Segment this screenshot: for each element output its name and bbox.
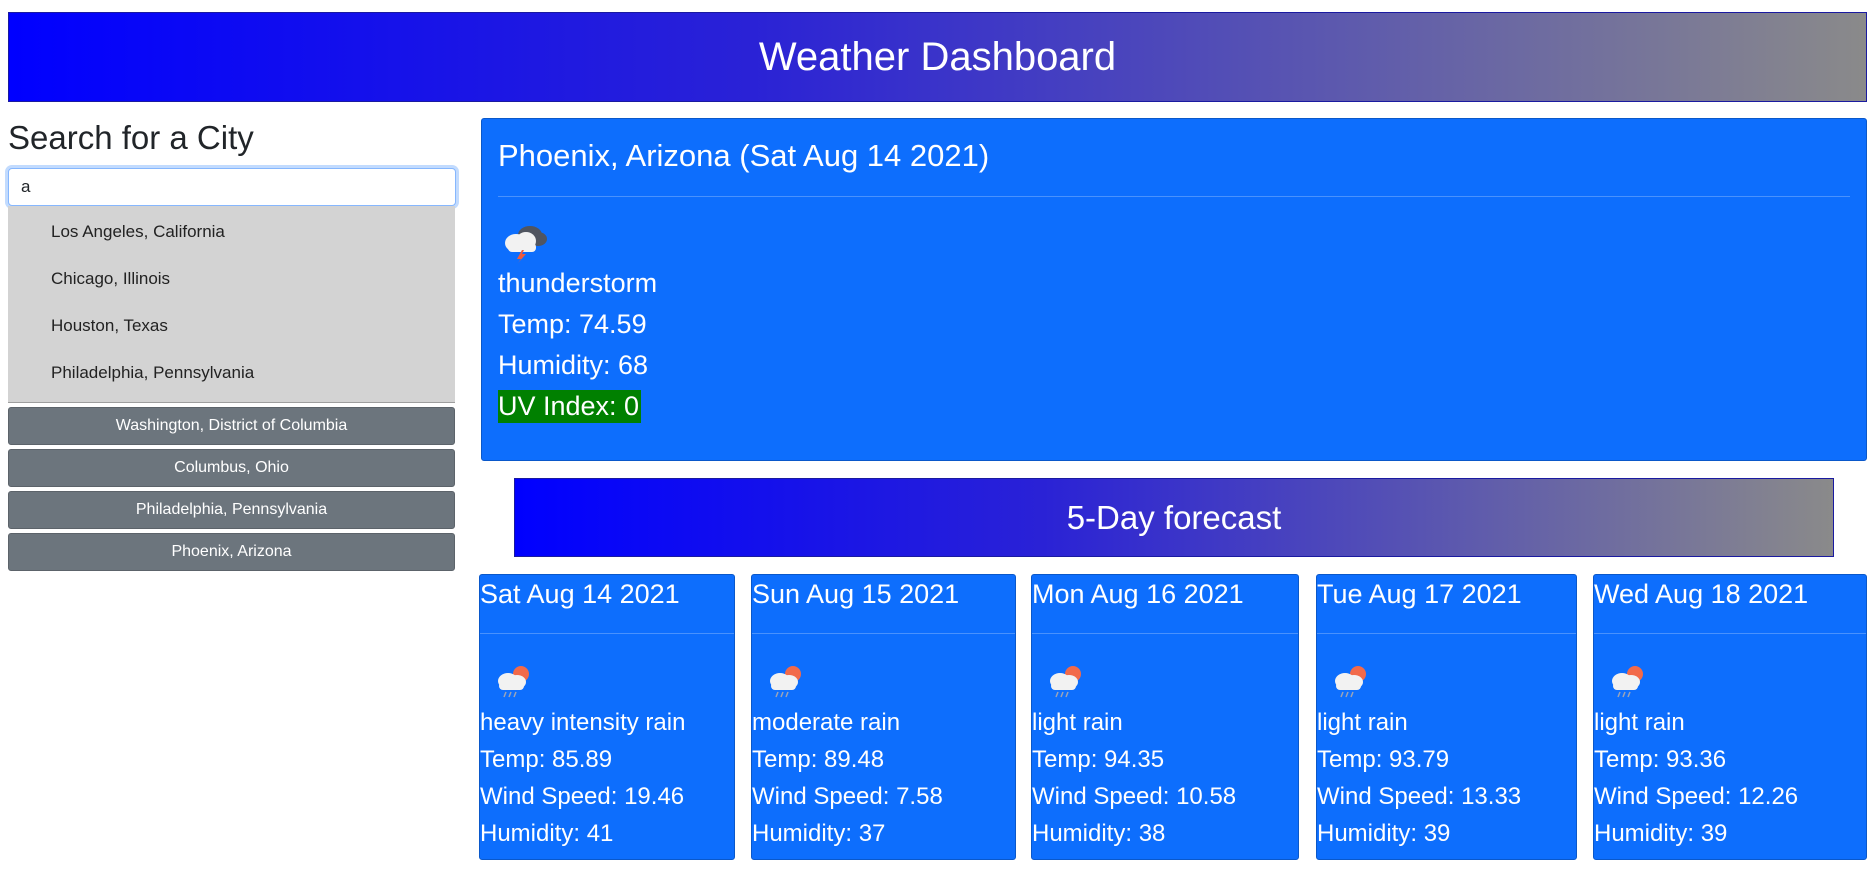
rain-icon (1331, 662, 1371, 698)
forecast-title: 5-Day forecast (1066, 498, 1282, 536)
autocomplete-item[interactable]: Chicago, Illinois (8, 255, 455, 302)
city-search-input[interactable] (8, 168, 456, 206)
forecast-temp: Temp: 89.48 (752, 746, 885, 773)
uv-index-row: UV Index: 0 (498, 386, 1850, 427)
search-sidebar: Search for a City Los Angeles, Californi… (8, 118, 456, 575)
forecast-card: Mon Aug 16 2021 light rain Temp: 94.35 W… (1031, 574, 1299, 860)
current-description: thunderstorm (498, 268, 658, 298)
forecast-wind: Wind Speed: 13.33 (1317, 783, 1522, 810)
forecast-humidity: Humidity: 37 (752, 820, 886, 847)
forecast-description: moderate rain (752, 709, 901, 736)
page-title: Weather Dashboard (758, 34, 1117, 79)
rain-icon (1608, 662, 1648, 698)
forecast-header: 5-Day forecast (514, 478, 1834, 557)
forecast-wind: Wind Speed: 12.26 (1594, 783, 1799, 810)
autocomplete-item[interactable]: Houston, Texas (8, 302, 455, 349)
search-title: Search for a City (8, 119, 254, 156)
forecast-description: light rain (1032, 709, 1123, 736)
rain-icon (766, 662, 806, 698)
forecast-humidity: Humidity: 39 (1594, 820, 1728, 847)
forecast-wind: Wind Speed: 7.58 (752, 783, 943, 810)
forecast-wind: Wind Speed: 10.58 (1032, 783, 1237, 810)
uv-index-badge: UV Index: 0 (498, 390, 642, 423)
rain-icon (1046, 662, 1086, 698)
history-button[interactable]: Columbus, Ohio (8, 449, 455, 487)
autocomplete-item[interactable]: Los Angeles, California (8, 208, 455, 255)
forecast-date: Tue Aug 17 2021 (1317, 575, 1576, 634)
current-temp: Temp: 74.59 (498, 309, 647, 339)
forecast-humidity: Humidity: 38 (1032, 820, 1166, 847)
forecast-humidity: Humidity: 39 (1317, 820, 1451, 847)
history-button[interactable]: Washington, District of Columbia (8, 407, 455, 445)
forecast-temp: Temp: 93.36 (1594, 746, 1727, 773)
current-city-title: Phoenix, Arizona (Sat Aug 14 2021) (498, 119, 1850, 197)
forecast-wind: Wind Speed: 19.46 (480, 783, 685, 810)
history-button[interactable]: Philadelphia, Pennsylvania (8, 491, 455, 529)
history-button[interactable]: Phoenix, Arizona (8, 533, 455, 571)
forecast-temp: Temp: 94.35 (1032, 746, 1165, 773)
autocomplete-list: Los Angeles, California Chicago, Illinoi… (8, 206, 455, 403)
search-history: Washington, District of Columbia Columbu… (8, 407, 456, 571)
forecast-card: Tue Aug 17 2021 light rain Temp: 93.79 W… (1316, 574, 1577, 860)
dashboard-header: Weather Dashboard (8, 12, 1867, 102)
autocomplete-item[interactable]: Philadelphia, Pennsylvania (8, 349, 455, 396)
current-humidity: Humidity: 68 (498, 350, 649, 380)
current-weather-card: Phoenix, Arizona (Sat Aug 14 2021) thund… (481, 118, 1867, 461)
forecast-description: heavy intensity rain (480, 709, 686, 736)
forecast-date: Wed Aug 18 2021 (1594, 575, 1866, 634)
forecast-card: Sat Aug 14 2021 heavy intensity rain Tem… (479, 574, 735, 860)
forecast-date: Mon Aug 16 2021 (1032, 575, 1298, 634)
forecast-temp: Temp: 85.89 (480, 746, 613, 773)
forecast-date: Sat Aug 14 2021 (480, 575, 734, 634)
forecast-card: Sun Aug 15 2021 moderate rain Temp: 89.4… (751, 574, 1016, 860)
forecast-description: light rain (1594, 709, 1685, 736)
forecast-date: Sun Aug 15 2021 (752, 575, 1015, 634)
forecast-description: light rain (1317, 709, 1408, 736)
forecast-temp: Temp: 93.79 (1317, 746, 1450, 773)
thunderstorm-icon (498, 219, 550, 263)
rain-icon (494, 662, 534, 698)
forecast-humidity: Humidity: 41 (480, 820, 614, 847)
forecast-card: Wed Aug 18 2021 light rain Temp: 93.36 W… (1593, 574, 1867, 860)
